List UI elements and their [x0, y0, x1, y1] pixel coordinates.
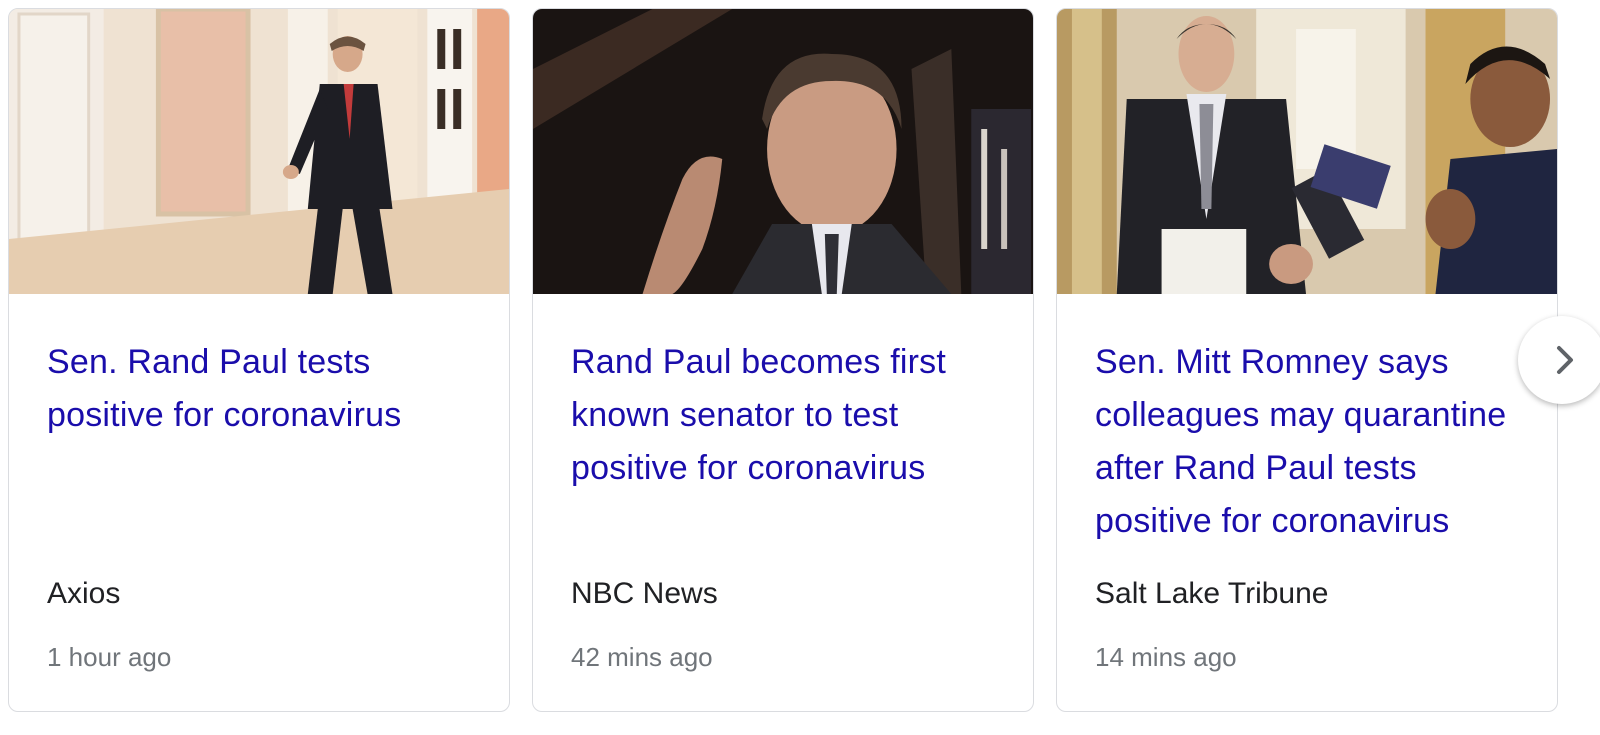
story-time: 14 mins ago	[1095, 642, 1237, 672]
story-source: Salt Lake Tribune	[1095, 577, 1329, 610]
photo-man-walking-corridor	[9, 9, 509, 294]
story-time: 42 mins ago	[571, 642, 713, 672]
story-card[interactable]: Sen. Mitt Romney says colleagues may qua…	[1056, 8, 1558, 712]
top-stories-carousel: Sen. Rand Paul tests positive for corona…	[0, 0, 1600, 735]
story-card[interactable]: Rand Paul becomes first known senator to…	[532, 8, 1034, 712]
chevron-right-icon	[1557, 346, 1573, 374]
carousel-next-button[interactable]	[1518, 316, 1600, 404]
story-source: NBC News	[571, 577, 718, 610]
story-time: 1 hour ago	[47, 642, 172, 672]
story-card[interactable]: Sen. Rand Paul tests positive for corona…	[8, 8, 510, 712]
story-source: Axios	[47, 577, 121, 610]
story-thumbnail[interactable]	[533, 9, 1033, 294]
photo-man-with-reporters-hallway	[1057, 9, 1557, 294]
photo-man-speaking-dark-background	[533, 9, 1033, 294]
story-thumbnail[interactable]	[1057, 9, 1557, 294]
story-headline[interactable]: Rand Paul becomes first known senator to…	[571, 336, 1005, 495]
story-headline[interactable]: Sen. Rand Paul tests positive for corona…	[47, 336, 481, 442]
story-thumbnail[interactable]	[9, 9, 509, 294]
story-headline[interactable]: Sen. Mitt Romney says colleagues may qua…	[1095, 336, 1529, 548]
